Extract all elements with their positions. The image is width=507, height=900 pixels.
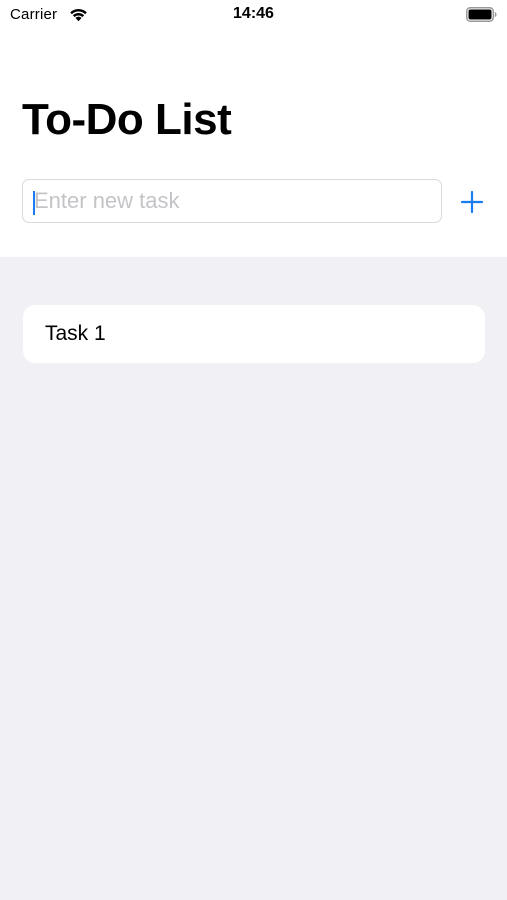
status-time: 14:46 (233, 5, 274, 22)
battery-icon (466, 7, 497, 22)
page-title: To-Do List (22, 95, 232, 144)
new-task-input[interactable] (34, 180, 434, 222)
new-task-field[interactable] (22, 179, 442, 223)
task-label: Task 1 (45, 322, 106, 345)
task-list-item[interactable]: Task 1 (23, 305, 485, 363)
task-list: Task 1 (23, 305, 485, 375)
status-bar: Carrier 14:46 (0, 0, 507, 30)
plus-icon[interactable] (458, 188, 486, 216)
